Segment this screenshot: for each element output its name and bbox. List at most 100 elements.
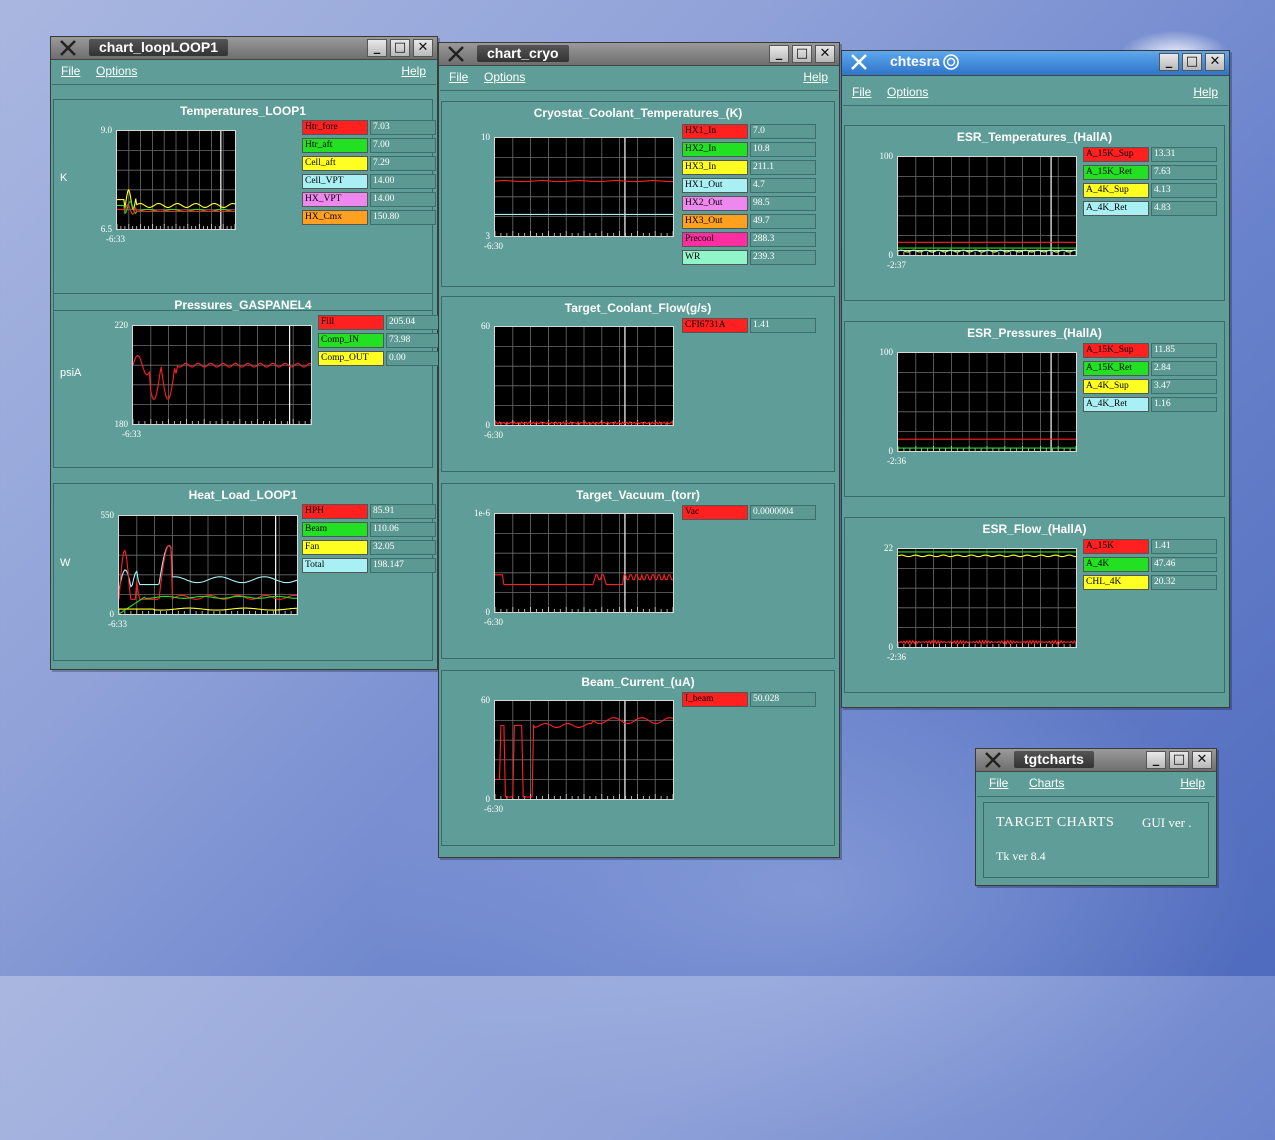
close-icon[interactable]: ✕: [1192, 751, 1212, 769]
x-logo-icon[interactable]: [447, 46, 465, 62]
chart-plot[interactable]: [132, 325, 312, 425]
menu-help[interactable]: Help: [401, 64, 426, 78]
window-esr[interactable]: chtesra _ □ ✕ File Options Help ESR_Temperature…: [841, 50, 1230, 708]
legend-value: 110.06: [370, 522, 436, 537]
menu-help[interactable]: Help: [803, 70, 828, 84]
legend-value: 7.03: [370, 120, 436, 135]
chart-panel: Temperatures_LOOP1 9.0 6.5 -6:33 K Htr_fore 7.…: [53, 99, 436, 311]
minimize-glyph: _: [775, 46, 783, 61]
legend-name[interactable]: Total: [302, 558, 368, 573]
close-icon[interactable]: ✕: [815, 45, 835, 63]
legend-name[interactable]: Vac: [682, 505, 748, 520]
window-loop1[interactable]: chart_loopLOOP1 _ □ ✕ File Options Help Tempera…: [50, 36, 452, 670]
legend-name[interactable]: I_beam: [682, 692, 748, 707]
title-bar[interactable]: chart_cryo _ □ ✕: [439, 43, 839, 66]
legend-name[interactable]: HX2_In: [682, 142, 748, 157]
x-logo-icon[interactable]: [59, 40, 77, 56]
chart-plot[interactable]: [897, 352, 1077, 452]
maximize-icon[interactable]: □: [1182, 53, 1202, 71]
legend-name[interactable]: Comp_IN: [318, 333, 384, 348]
legend-name[interactable]: A_15K_Sup: [1083, 147, 1149, 162]
legend-name[interactable]: Cell_aft: [302, 156, 368, 171]
legend-name[interactable]: A_15K_Sup: [1083, 343, 1149, 358]
legend-name[interactable]: Fill: [318, 315, 384, 330]
chart-title: Target_Vacuum_(torr): [576, 488, 700, 502]
menu-charts[interactable]: Charts: [1029, 776, 1064, 790]
legend-name[interactable]: A_4K_Sup: [1083, 379, 1149, 394]
title-bar[interactable]: tgtcharts _ □ ✕: [976, 749, 1216, 772]
minimize-icon[interactable]: _: [367, 39, 387, 57]
legend-name[interactable]: Cell_VPT: [302, 174, 368, 189]
minimize-icon[interactable]: _: [1159, 53, 1179, 71]
chart-plot[interactable]: [494, 137, 674, 237]
title-bar[interactable]: chart_loopLOOP1 _ □ ✕: [51, 37, 437, 60]
chart-title: Temperatures_LOOP1: [180, 104, 306, 118]
legend-name[interactable]: Precool: [682, 232, 748, 247]
menu-options[interactable]: Options: [887, 85, 928, 99]
maximize-icon[interactable]: □: [1169, 751, 1189, 769]
chart-plot[interactable]: [118, 515, 298, 615]
legend-name[interactable]: A_15K: [1083, 539, 1149, 554]
legend-name[interactable]: HX_VPT: [302, 192, 368, 207]
legend-name[interactable]: WR: [682, 250, 748, 265]
minimize-icon[interactable]: _: [769, 45, 789, 63]
chart-plot[interactable]: [494, 700, 674, 800]
legend-name[interactable]: Comp_OUT: [318, 351, 384, 366]
chart-plot[interactable]: [116, 130, 236, 230]
plot-area: [494, 701, 674, 799]
legend-name[interactable]: A_4K_Ret: [1083, 397, 1149, 412]
x-logo-icon[interactable]: [850, 54, 868, 70]
legend-name[interactable]: A_4K_Sup: [1083, 183, 1149, 198]
legend-name[interactable]: Htr_aft: [302, 138, 368, 153]
legend-name[interactable]: A_15K_Ret: [1083, 361, 1149, 376]
legend-name[interactable]: Fan: [302, 540, 368, 555]
window-cryo[interactable]: chart_cryo _ □ ✕ File Options Help Cryostat_Coo…: [438, 42, 840, 858]
chart-panel: ESR_Flow_(HallA) 22 0 -2:36 A_15K 1.41 A_4K 47.…: [844, 517, 1225, 693]
legend-entry: Total 198.147: [302, 558, 438, 573]
menu-options[interactable]: Options: [96, 64, 137, 78]
menu-options[interactable]: Options: [484, 70, 525, 84]
y-max-label: 22: [884, 543, 893, 553]
legend-value: 1.41: [750, 318, 816, 333]
legend-name[interactable]: HX2_Out: [682, 196, 748, 211]
legend-name[interactable]: CHL_4K: [1083, 575, 1149, 590]
legend-name[interactable]: A_15K_Ret: [1083, 165, 1149, 180]
maximize-icon[interactable]: □: [390, 39, 410, 57]
y-max-label: 220: [114, 320, 129, 330]
window-tgtcharts[interactable]: tgtcharts _ □ ✕ File Charts Help TARGET CHARTS G…: [975, 748, 1217, 886]
title-bar[interactable]: chtesra _ □ ✕: [842, 51, 1229, 76]
chart-plot[interactable]: [897, 156, 1077, 256]
legend-name[interactable]: HX1_In: [682, 124, 748, 139]
maximize-icon[interactable]: □: [792, 45, 812, 63]
swirl-icon[interactable]: [942, 53, 960, 71]
menu-file[interactable]: File: [449, 70, 468, 84]
legend-name[interactable]: Htr_fore: [302, 120, 368, 135]
menu-help[interactable]: Help: [1180, 776, 1205, 790]
y-min-label: 0: [485, 794, 491, 804]
x-logo-icon[interactable]: [984, 752, 1002, 768]
chart-plot[interactable]: [494, 513, 674, 613]
legend-name[interactable]: Beam: [302, 522, 368, 537]
menu-file[interactable]: File: [852, 85, 871, 99]
legend-value: 50.028: [750, 692, 816, 707]
chart-panel: Cryostat_Coolant_Temperatures_(K) 10 3 -6:3…: [441, 101, 835, 287]
legend-name[interactable]: HX1_Out: [682, 178, 748, 193]
legend-name[interactable]: A_4K_Ret: [1083, 201, 1149, 216]
legend-entry: HX3_Out 49.7: [682, 214, 818, 229]
legend-name[interactable]: HX3_Out: [682, 214, 748, 229]
minimize-glyph: _: [1165, 54, 1173, 69]
chart-plot[interactable]: [897, 548, 1077, 648]
legend-name[interactable]: A_4K: [1083, 557, 1149, 572]
y-min-label: 0: [485, 420, 491, 430]
menu-file[interactable]: File: [61, 64, 80, 78]
legend-name[interactable]: CFI6731A: [682, 318, 748, 333]
menu-help[interactable]: Help: [1193, 85, 1218, 99]
menu-file[interactable]: File: [989, 776, 1008, 790]
close-icon[interactable]: ✕: [413, 39, 433, 57]
minimize-icon[interactable]: _: [1146, 751, 1166, 769]
close-icon[interactable]: ✕: [1205, 53, 1225, 71]
legend-name[interactable]: HX3_In: [682, 160, 748, 175]
chart-plot[interactable]: [494, 326, 674, 426]
legend-name[interactable]: HPH: [302, 504, 368, 519]
legend-name[interactable]: HX_Cmx: [302, 210, 368, 225]
